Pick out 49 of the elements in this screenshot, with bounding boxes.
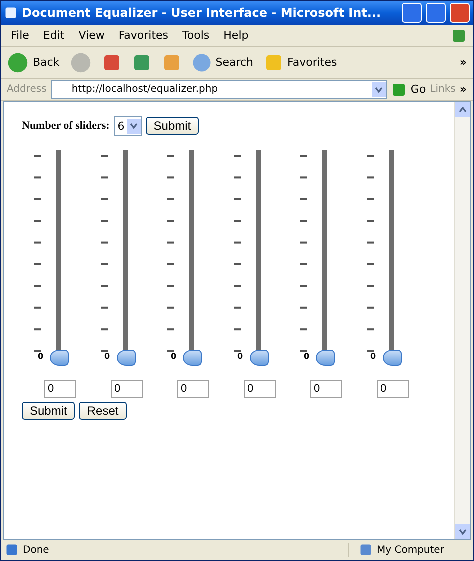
submit-button[interactable]: Submit [146,117,200,135]
menu-item[interactable]: Help [220,29,253,42]
value-field[interactable]: 0 [244,380,276,398]
thumb-value: 0 [38,352,44,361]
value-field[interactable]: 0 [310,380,342,398]
slider-thumb[interactable] [382,350,402,366]
scrollbar[interactable] [454,102,470,539]
thumb-value: 0 [304,352,310,361]
value-field[interactable]: 0 [110,380,142,398]
address-label: Address [7,84,47,95]
zone-text: My Computer [377,544,444,556]
dropdown-button[interactable] [372,82,386,97]
menu-item[interactable]: File [7,29,34,42]
menu-item[interactable]: Edit [39,29,69,42]
thumb-value: 0 [104,352,110,361]
back-button[interactable]: Back [7,52,60,74]
thumb-value: 0 [238,352,244,361]
search-button[interactable]: Search [192,52,254,72]
more-chevron[interactable]: » [460,56,467,69]
slider-thumb[interactable] [250,350,268,366]
menu-item[interactable]: Favorites [114,29,173,42]
thumb-value: 0 [171,352,177,361]
window-title: Document Equalizer - User Interface - Microsoft Int... [22,6,382,20]
value-field[interactable]: 0 [376,380,408,398]
menu-item[interactable]: Tools [178,29,214,42]
submit-button[interactable]: Submit [22,402,76,420]
sliders-label: Number of sliders: [22,120,110,132]
thumb-value: 0 [370,352,376,361]
go-button[interactable]: Go [390,82,426,98]
maximize-button[interactable] [426,3,446,23]
chevron-down-icon [374,86,383,92]
slider-thumb[interactable] [116,350,136,366]
value-field[interactable]: 0 [177,380,209,398]
chevron-down-icon [130,123,138,129]
status-text: Done [23,544,50,556]
address-field[interactable]: http://localhost/equalizer.php [50,80,387,99]
minimize-button[interactable] [402,3,422,23]
slider-thumb[interactable] [316,350,335,366]
favorites-button[interactable]: Favorites [264,52,338,72]
slider-thumb[interactable] [50,350,69,366]
chevron-down-icon [458,528,466,534]
close-button[interactable] [450,3,470,23]
value-field[interactable]: 0 [44,380,76,398]
more-chevron[interactable]: » [460,83,467,96]
menu-item[interactable]: View [74,29,109,42]
chevron-up-icon [458,106,466,112]
sliders-select[interactable]: 6 [114,116,142,136]
slider-thumb[interactable] [183,350,202,366]
reset-button[interactable]: Reset [79,402,127,420]
